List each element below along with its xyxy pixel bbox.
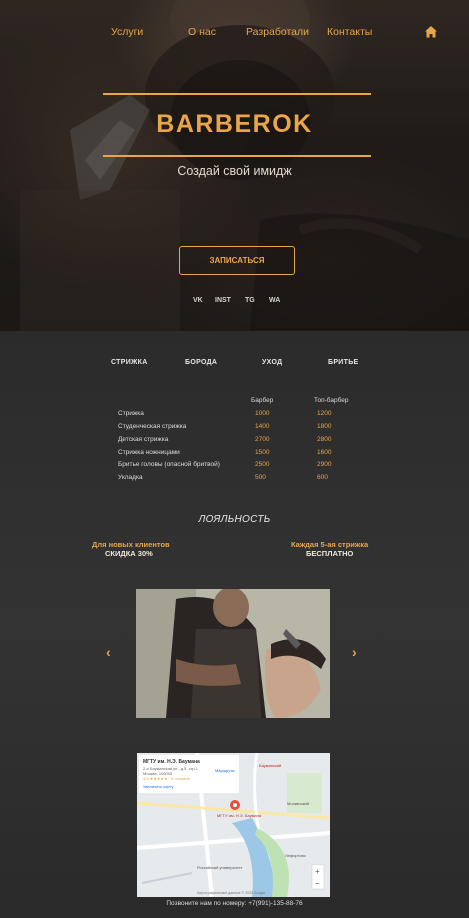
map-card-title: МГТУ им. Н.Э. Баумана (143, 759, 200, 765)
price-row: Студенческая стрижка 1400 1800 (0, 423, 469, 433)
nav-item-contacts[interactable]: Контакты (327, 26, 372, 38)
social-link-vk[interactable]: VK (193, 297, 203, 304)
price-barber: 1000 (255, 410, 270, 417)
map-label-mgtu: МГТУ им. Н.Э. Баумана (217, 813, 262, 818)
price-top-barber: 1800 (317, 423, 332, 430)
service-name: Укладка (118, 474, 143, 481)
map-label-lefortovo: Лефортово (285, 853, 306, 858)
price-column-top-barber: Топ-барбер (314, 397, 349, 404)
price-row: Стрижка 1000 1200 (0, 410, 469, 420)
price-row: Детская стрижка 2700 2800 (0, 436, 469, 446)
tab-shave[interactable]: БРИТЬЕ (328, 359, 359, 366)
price-row: Бритье головы (опасной бритвой) 2500 290… (0, 461, 469, 471)
nav-item-services[interactable]: Услуги (111, 26, 143, 38)
carousel-prev-arrow-icon[interactable]: ‹ (106, 644, 111, 660)
service-name: Детская стрижка (118, 436, 169, 443)
loyalty-new-clients-label: Для новых клиентов (92, 540, 170, 549)
price-row: Укладка 500 600 (0, 474, 469, 484)
svg-text:−: − (315, 879, 320, 888)
book-button[interactable]: ЗАПИСАТЬСЯ (179, 246, 295, 275)
map-enlarge-link[interactable]: Увеличить карту (143, 784, 173, 789)
brand-rule-bottom (103, 155, 371, 157)
loyalty-title: ЛОЯЛЬНОСТЬ (198, 514, 271, 525)
service-name: Стрижка (118, 410, 144, 417)
brand-title: BARBEROK (156, 110, 313, 138)
carousel-next-arrow-icon[interactable]: › (352, 644, 357, 660)
map-label-baumansky: Бауманский (259, 763, 282, 768)
tab-care[interactable]: УХОД (262, 359, 282, 366)
price-barber: 1400 (255, 423, 270, 430)
brand-rule-top (103, 93, 371, 95)
price-top-barber: 2900 (317, 461, 332, 468)
home-icon[interactable] (424, 25, 438, 39)
price-top-barber: 1600 (317, 449, 332, 456)
price-top-barber: 600 (317, 474, 328, 481)
barber-photo-illustration (136, 589, 330, 718)
loyalty-free-value: БЕСПЛАТНО (306, 549, 354, 558)
price-column-barber: Барбер (251, 397, 274, 404)
carousel-photo (136, 589, 330, 718)
tab-haircut[interactable]: СТРИЖКА (111, 359, 148, 366)
price-top-barber: 2800 (317, 436, 332, 443)
map-route-link[interactable]: Маршруты (215, 768, 235, 773)
top-nav: Услуги О нас Разработали Контакты (0, 26, 469, 40)
price-barber: 500 (255, 474, 266, 481)
footer-phone[interactable]: Позвоните нам по номеру: +7(991)-135-88-… (0, 900, 469, 907)
social-link-wa[interactable]: WA (269, 297, 280, 304)
loyalty-fifth-haircut-label: Каждая 5-ая стрижка (291, 540, 369, 549)
social-link-tg[interactable]: TG (245, 297, 255, 304)
social-links: VK INST TG WA (0, 297, 469, 307)
price-row: Стрижка ножницами 1500 1600 (0, 449, 469, 459)
service-tabs: СТРИЖКА БОРОДА УХОД БРИТЬЕ (0, 359, 469, 369)
tab-beard[interactable]: БОРОДА (185, 359, 217, 366)
map-label-university: Российский университет (197, 865, 243, 870)
social-link-inst[interactable]: INST (215, 297, 231, 304)
location-map[interactable]: + − МГТУ им. Н.Э. Баумана 2-я Бауманская… (137, 753, 330, 897)
nav-item-developers[interactable]: Разработали (246, 26, 309, 38)
price-barber: 1500 (255, 449, 270, 456)
loyalty-discount-value: СКИДКА 30% (105, 549, 153, 558)
service-name: Студенческая стрижка (118, 423, 187, 430)
hero-tagline: Создай свой имидж (177, 164, 292, 178)
map-label-moskvosky: Москвоский (287, 801, 309, 806)
map-credit: Картографические данные © 2023 Google (197, 891, 266, 895)
service-name: Стрижка ножницами (118, 449, 180, 456)
service-name: Бритье головы (опасной бритвой) (118, 461, 220, 468)
nav-item-about[interactable]: О нас (188, 26, 216, 38)
price-barber: 2500 (255, 461, 270, 468)
map-card-rating: 4,5 ★★★★★ · 9 отзывов (143, 776, 190, 781)
price-top-barber: 1200 (317, 410, 332, 417)
price-barber: 2700 (255, 436, 270, 443)
svg-text:+: + (315, 867, 320, 876)
